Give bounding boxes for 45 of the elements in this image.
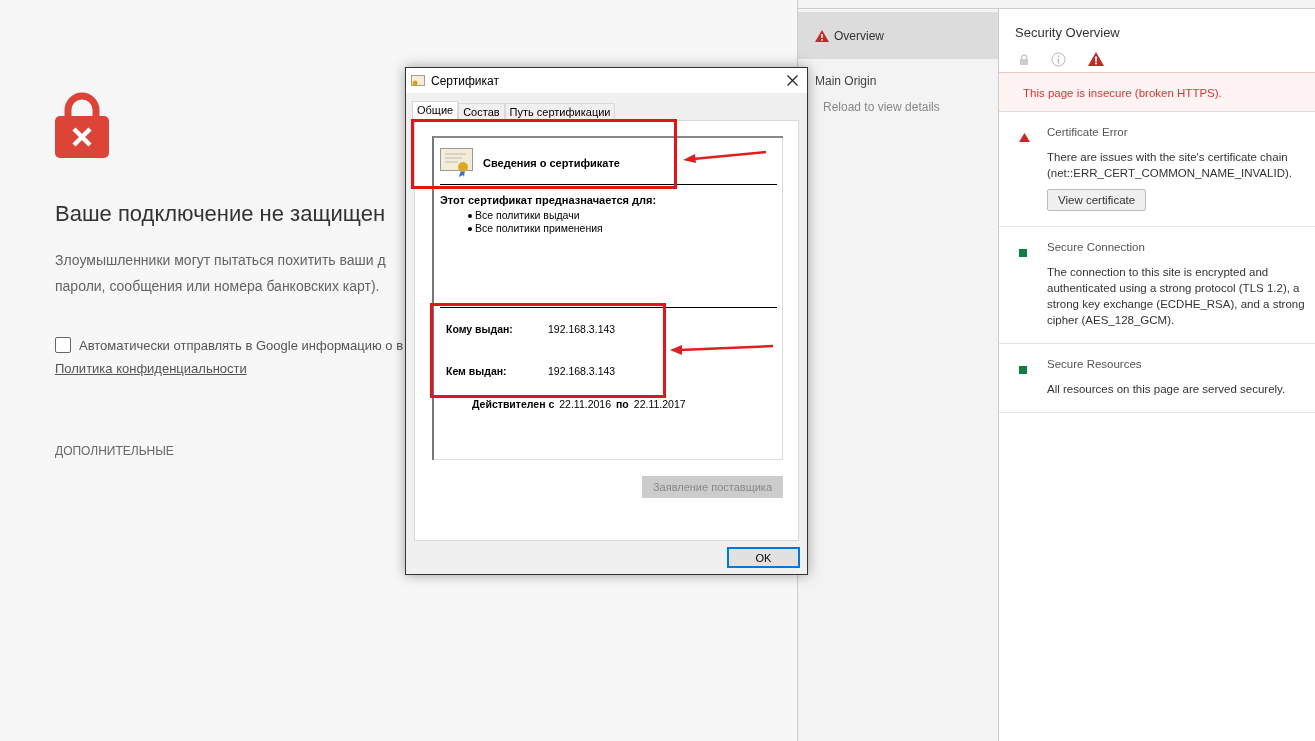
certificate-icon <box>440 148 474 178</box>
report-checkbox[interactable] <box>55 337 71 353</box>
checkbox-label: Автоматически отправлять в Google информацию о в <box>79 337 404 353</box>
field-label: Кем выдан: <box>446 365 508 377</box>
validity-label: по <box>616 398 629 410</box>
error-title: Ваше подключение не защищен <box>55 201 386 227</box>
view-certificate-button[interactable]: View certificate <box>1047 189 1147 211</box>
section-title: Secure Resources <box>1047 358 1143 370</box>
dialog-title: Сертификат <box>431 73 500 88</box>
dialog-tab[interactable]: Общие <box>412 101 459 120</box>
origin-hint: Reload to view details <box>822 99 941 114</box>
lock-icon <box>1019 53 1029 65</box>
section-title: Secure Connection <box>1047 241 1146 253</box>
validity-label: Действителен с <box>472 398 555 410</box>
warning-icon <box>1019 133 1030 142</box>
section-description: The connection to this site is encrypted and authenticated using a strong protocol (TLS 1.2), a strong key exchange (ECDHE_RSA), and a strong cipher (AES_128_GCM). <box>1047 265 1305 328</box>
error-description: Злоумышленники могут пытаться похитить ваши д <box>55 251 386 270</box>
purpose-item: Все политики применения <box>468 222 777 235</box>
valid-from-date: 22.11.2016 <box>559 398 612 410</box>
panel-title: Security Overview <box>1014 24 1121 40</box>
warning-icon <box>815 29 829 42</box>
section-description: There are issues with the site's certificate chain (net::ERR_CERT_COMMON_NAME_INVALID). <box>1047 150 1293 181</box>
privacy-policy-link[interactable]: Политика конфиденциальности <box>55 361 247 376</box>
lock-error-icon <box>55 92 109 158</box>
certificate-icon <box>411 74 425 87</box>
field-value: 192.168.3.143 <box>548 323 616 335</box>
field-value: 192.168.3.143 <box>548 365 616 377</box>
valid-to-date: 22.11.2017 <box>633 398 686 410</box>
origin-heading: Main Origin <box>814 73 878 88</box>
section-title: Certificate Error <box>1047 126 1129 138</box>
secure-square-icon <box>1019 366 1027 374</box>
error-description: пароли, сообщения или номера банковских карт). <box>55 277 380 296</box>
warning-icon <box>1088 52 1104 66</box>
certificate-heading: Сведения о сертификате <box>483 157 620 169</box>
ok-button[interactable]: OK <box>727 547 800 568</box>
secure-square-icon <box>1019 249 1027 257</box>
info-icon <box>1051 51 1066 67</box>
close-icon[interactable] <box>787 75 798 86</box>
banner-text: This page is insecure (broken HTTPS). <box>1023 87 1222 99</box>
purpose-heading: Этот сертификат предназначается для: <box>440 194 658 206</box>
field-label: Кому выдан: <box>446 323 514 335</box>
advanced-button[interactable]: ДОПОЛНИТЕЛЬНЫЕ <box>55 444 174 458</box>
purpose-item: Все политики выдачи <box>468 209 777 222</box>
section-description: All resources on this page are served securely. <box>1047 382 1287 397</box>
sidebar-item[interactable]: Overview <box>798 12 998 59</box>
